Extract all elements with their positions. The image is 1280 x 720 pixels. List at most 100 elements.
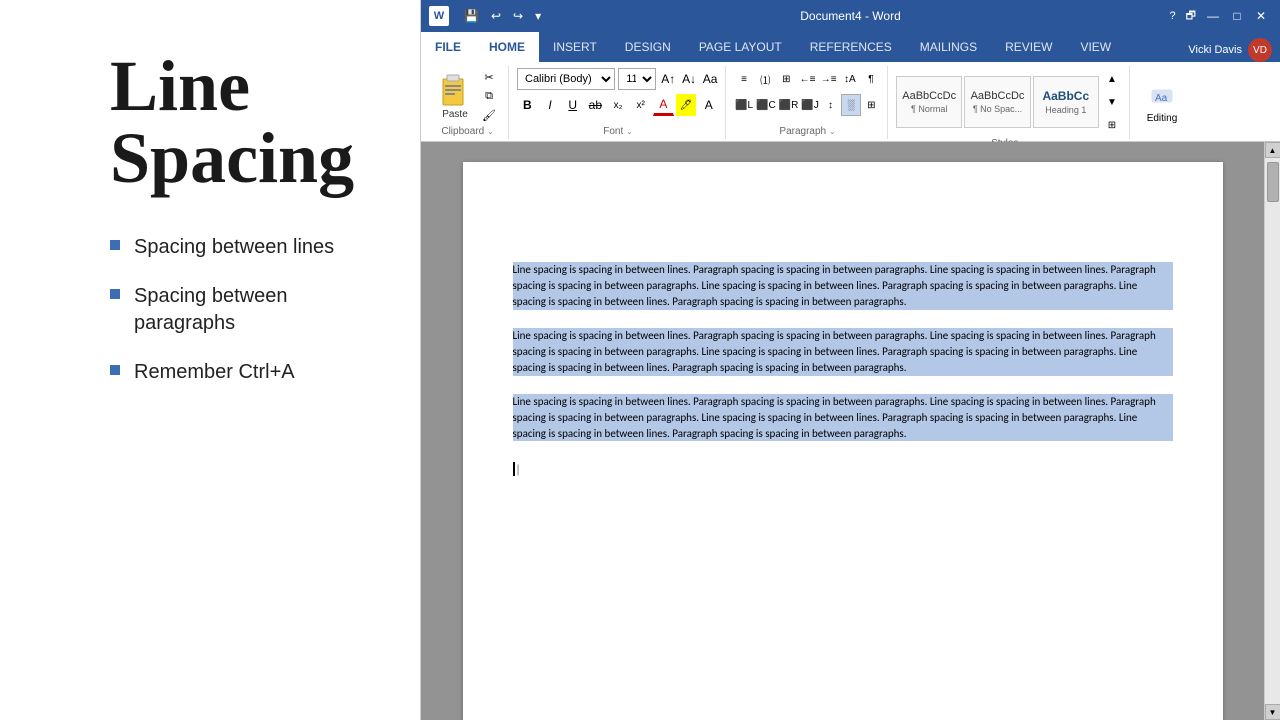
redo-qa-btn[interactable]: ↪	[510, 9, 526, 23]
paragraph-expand-icon[interactable]: ⌄	[829, 127, 836, 136]
show-marks-button[interactable]: ¶	[861, 68, 881, 90]
bold-button[interactable]: B	[517, 94, 538, 116]
styles-scroll-up[interactable]: ▲	[1101, 68, 1123, 90]
scroll-thumb[interactable]	[1267, 162, 1279, 202]
line-spacing-button[interactable]: ↕	[821, 94, 840, 116]
decrease-font-button[interactable]: A↓	[680, 69, 698, 89]
text-highlight-button[interactable]: 🖊	[676, 94, 697, 116]
style-heading1[interactable]: AaBbCc Heading 1	[1033, 76, 1099, 128]
align-right-button[interactable]: ⬛R	[778, 94, 800, 116]
tab-design[interactable]: DESIGN	[611, 32, 685, 62]
tab-insert[interactable]: INSERT	[539, 32, 611, 62]
cursor-area: |	[513, 459, 1173, 479]
bullets-button[interactable]: ≡	[734, 68, 754, 90]
tab-view[interactable]: VIEW	[1066, 32, 1125, 62]
editing-controls: Aa Editing	[1138, 68, 1186, 137]
editing-icon: Aa	[1148, 82, 1176, 110]
styles-row: AaBbCcDc ¶ Normal AaBbCcDc ¶ No Spac... …	[896, 68, 1123, 136]
page-top-space	[513, 202, 1173, 262]
bullet-item-1: Spacing between lines	[110, 234, 380, 261]
font-controls: Calibri (Body) 11 A↑ A↓ Aa B I U ab x₂ x…	[517, 68, 719, 124]
tab-review[interactable]: REVIEW	[991, 32, 1066, 62]
tab-page-layout[interactable]: PAGE LAYOUT	[685, 32, 796, 62]
paragraph-1[interactable]: Line spacing is spacing in between lines…	[513, 262, 1173, 310]
user-name: Vicki Davis	[1188, 44, 1242, 56]
multilevel-list-button[interactable]: ⊞	[776, 68, 796, 90]
tab-mailings[interactable]: MAILINGS	[906, 32, 991, 62]
paste-icon	[439, 73, 471, 109]
styles-scroll-btns: ▲ ▼ ⊞	[1101, 68, 1123, 136]
clipboard-small-btns: ✂ ⧉ 🖌	[479, 68, 499, 124]
ribbon-tabs: FILE HOME INSERT DESIGN PAGE LAYOUT REFE…	[421, 32, 1280, 62]
strikethrough-button[interactable]: ab	[585, 94, 606, 116]
format-painter-button[interactable]: 🖌	[479, 106, 499, 124]
underline-button[interactable]: U	[562, 94, 583, 116]
ribbon-content: Paste ✂ ⧉ 🖌 Clipboard ⌄ Calibri (Body)	[421, 62, 1280, 142]
increase-indent-button[interactable]: →≡	[819, 68, 839, 90]
clear-format-button[interactable]: Aa	[701, 69, 719, 89]
scroll-down-button[interactable]: ▼	[1265, 704, 1280, 720]
cut-button[interactable]: ✂	[479, 68, 499, 86]
tab-references[interactable]: REFERENCES	[796, 32, 906, 62]
document-page[interactable]: Line spacing is spacing in between lines…	[463, 162, 1223, 720]
increase-font-button[interactable]: A↑	[659, 69, 677, 89]
paragraph-3[interactable]: Line spacing is spacing in between lines…	[513, 394, 1173, 442]
tab-file[interactable]: FILE	[421, 32, 475, 62]
styles-more[interactable]: ⊞	[1101, 114, 1123, 136]
document-content[interactable]: Line spacing is spacing in between lines…	[421, 142, 1264, 720]
justify-button[interactable]: ⬛J	[800, 94, 819, 116]
document-title: Document4 - Word	[800, 9, 900, 23]
tab-home[interactable]: HOME	[475, 32, 539, 62]
style-normal[interactable]: AaBbCcDc ¶ Normal	[896, 76, 962, 128]
paste-label: Paste	[442, 109, 468, 120]
save-qa-btn[interactable]: 💾	[461, 9, 482, 23]
restore-restore-icon: 🗗	[1186, 7, 1196, 26]
font-label: Font ⌄	[517, 124, 719, 137]
paragraph-2[interactable]: Line spacing is spacing in between lines…	[513, 328, 1173, 376]
decrease-indent-button[interactable]: ←≡	[797, 68, 817, 90]
clipboard-label: Clipboard ⌄	[433, 124, 502, 137]
numbered-list-button[interactable]: ⑴	[755, 68, 775, 90]
document-area: Line spacing is spacing in between lines…	[421, 142, 1280, 720]
bullet-icon-2	[110, 289, 120, 299]
styles-group: AaBbCcDc ¶ Normal AaBbCcDc ¶ No Spac... …	[890, 66, 1130, 139]
para-row-1: ≡ ⑴ ⊞ ←≡ →≡ ↕A ¶	[734, 68, 881, 90]
bullet-list: Spacing between lines Spacing between pa…	[110, 234, 380, 408]
minimize-button[interactable]: —	[1202, 5, 1224, 27]
close-button[interactable]: ✕	[1250, 5, 1272, 27]
style-normal-preview: AaBbCcDc	[902, 90, 956, 102]
title-line2: Spacing	[110, 118, 354, 198]
slide-left-panel: Line Spacing Spacing between lines Spaci…	[0, 0, 420, 720]
font-size-selector[interactable]: 11	[618, 68, 656, 90]
font-row-2: B I U ab x₂ x² A 🖊 A	[517, 94, 719, 116]
text-color-button[interactable]: A	[653, 94, 674, 116]
sort-button[interactable]: ↕A	[840, 68, 860, 90]
scroll-up-button[interactable]: ▲	[1265, 142, 1280, 158]
undo-qa-btn[interactable]: ↩	[488, 9, 504, 23]
style-no-spacing-preview: AaBbCcDc	[971, 90, 1025, 102]
style-no-spacing[interactable]: AaBbCcDc ¶ No Spac...	[964, 76, 1030, 128]
italic-button[interactable]: I	[540, 94, 561, 116]
superscript-button[interactable]: x²	[630, 94, 651, 116]
clipboard-expand-icon[interactable]: ⌄	[487, 127, 494, 136]
paste-button[interactable]: Paste	[433, 71, 477, 122]
styles-scroll-down[interactable]: ▼	[1101, 91, 1123, 113]
style-normal-name: ¶ Normal	[911, 104, 947, 114]
style-heading1-preview: AaBbCc	[1042, 89, 1089, 103]
vertical-scrollbar: ▲ ▼	[1264, 142, 1280, 720]
paragraph-label: Paragraph ⌄	[734, 124, 881, 137]
font-color-button[interactable]: A	[698, 94, 719, 116]
title-line1: Line	[110, 46, 250, 126]
font-expand-icon[interactable]: ⌄	[626, 127, 633, 136]
editing-button[interactable]: Aa Editing	[1135, 77, 1189, 129]
borders-button[interactable]: ⊞	[862, 94, 881, 116]
copy-button[interactable]: ⧉	[479, 87, 499, 105]
subscript-button[interactable]: x₂	[608, 94, 629, 116]
maximize-button[interactable]: □	[1226, 5, 1248, 27]
more-qa-btn[interactable]: ▾	[532, 9, 544, 23]
shading-button[interactable]: ░	[841, 94, 860, 116]
help-btn[interactable]: ?	[1170, 10, 1176, 22]
font-name-selector[interactable]: Calibri (Body)	[517, 68, 615, 90]
align-left-button[interactable]: ⬛L	[734, 94, 754, 116]
align-center-button[interactable]: ⬛C	[755, 94, 777, 116]
